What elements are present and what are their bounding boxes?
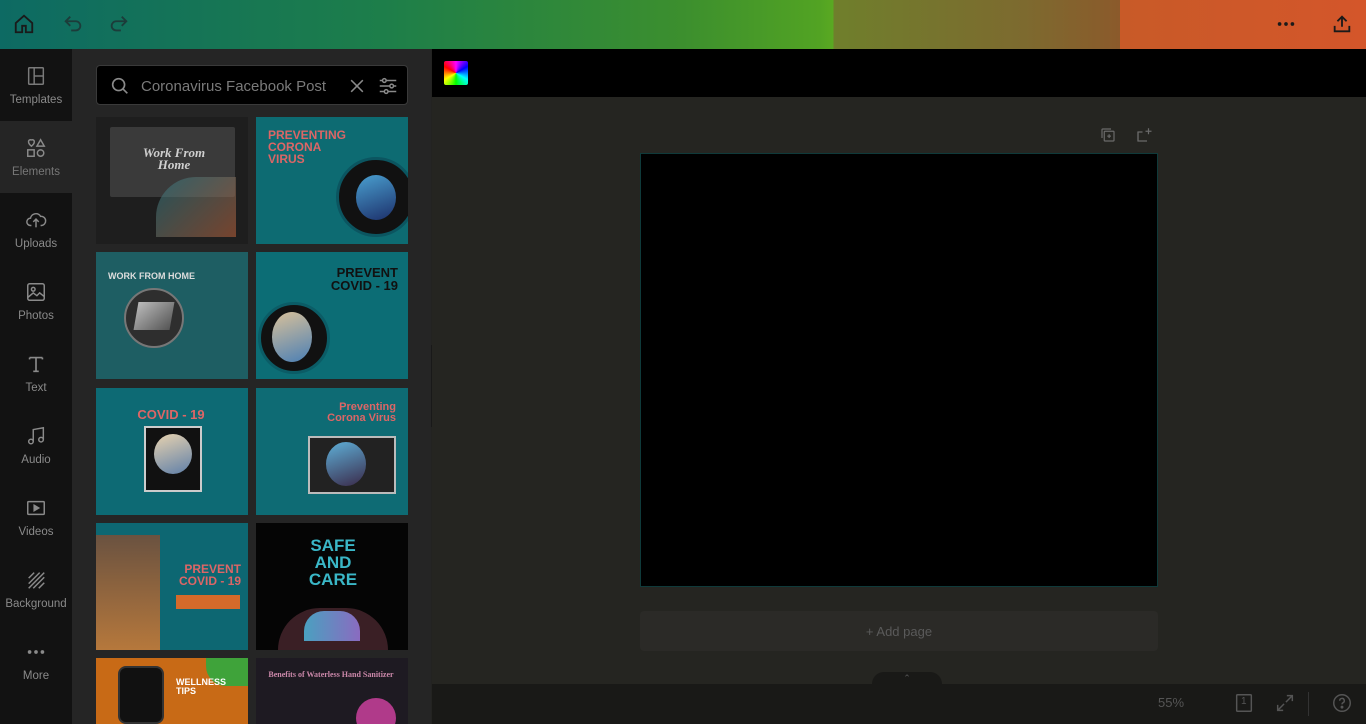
- templates-icon: [24, 64, 48, 88]
- editor-toolbar: [432, 49, 1366, 97]
- divider: [1308, 692, 1309, 716]
- template-thumbnail[interactable]: COVID - 19: [96, 388, 248, 515]
- page-count: 1: [1241, 696, 1247, 707]
- sidebar-item-background[interactable]: Background: [0, 553, 72, 625]
- more-icon: [24, 640, 48, 664]
- clear-search-icon[interactable]: [347, 76, 367, 101]
- template-title: PREVENT COVID - 19: [178, 562, 241, 588]
- template-thumbnail[interactable]: Benefits of Waterless Hand Sanitizer: [256, 658, 408, 724]
- sidebar-item-label: Audio: [21, 454, 51, 466]
- search-bar: [96, 65, 408, 105]
- page-count-button[interactable]: 1: [1233, 692, 1255, 714]
- more-icon[interactable]: [1274, 12, 1298, 36]
- search-icon: [109, 75, 131, 102]
- template-thumbnail[interactable]: Work From Home: [96, 117, 248, 244]
- sidebar-item-videos[interactable]: Videos: [0, 481, 72, 553]
- color-picker-swatch[interactable]: [444, 61, 468, 85]
- uploads-icon: [24, 208, 48, 232]
- add-page-icon[interactable]: [1135, 126, 1153, 144]
- bottom-bar: [432, 684, 1366, 724]
- template-title: Work From Home: [142, 145, 206, 172]
- filter-icon[interactable]: [377, 75, 399, 102]
- text-icon: [24, 352, 48, 376]
- template-title: Benefits of Waterless Hand Sanitizer: [268, 670, 394, 679]
- audio-icon: [24, 424, 48, 448]
- search-input[interactable]: [141, 72, 341, 100]
- background-icon: [24, 568, 48, 592]
- top-toolbar: [0, 0, 1366, 49]
- templates-panel: Work From Home PREVENTING CORONA VIRUS W…: [72, 49, 431, 724]
- sidebar-item-label: Uploads: [14, 238, 58, 250]
- home-icon[interactable]: [12, 12, 36, 36]
- elements-icon: [24, 136, 48, 160]
- template-thumbnail[interactable]: WELLNESS TIPS: [96, 658, 248, 724]
- sidebar-item-label: Elements: [12, 166, 60, 178]
- notes-toggle[interactable]: ⌃: [872, 672, 942, 684]
- sidebar-item-label: Background: [5, 598, 67, 610]
- sidebar-item-label: Videos: [18, 526, 54, 538]
- sidebar-item-more[interactable]: More: [0, 625, 72, 697]
- design-page[interactable]: [640, 153, 1158, 587]
- undo-icon[interactable]: [61, 12, 85, 36]
- sidebar-item-text[interactable]: Text: [0, 337, 72, 409]
- template-title: WELLNESS TIPS: [176, 677, 227, 696]
- template-thumbnail[interactable]: PREVENT COVID - 19: [96, 523, 248, 650]
- template-title: WORK FROM HOME: [108, 271, 195, 281]
- sidebar-item-photos[interactable]: Photos: [0, 265, 72, 337]
- sidebar-item-templates[interactable]: Templates: [0, 49, 72, 121]
- template-title: PREVENTING CORONA VIRUS: [268, 128, 347, 166]
- zoom-level[interactable]: 55%: [1158, 695, 1184, 710]
- redo-icon[interactable]: [107, 12, 131, 36]
- template-thumbnail[interactable]: PREVENTING CORONA VIRUS: [256, 117, 408, 244]
- fullscreen-icon[interactable]: [1274, 692, 1296, 714]
- template-title: PREVENT COVID - 19: [330, 265, 398, 293]
- sidebar: Templates Elements Uploads Photos Text A…: [0, 49, 72, 724]
- sidebar-item-audio[interactable]: Audio: [0, 409, 72, 481]
- videos-icon: [24, 496, 48, 520]
- duplicate-page-icon[interactable]: [1099, 126, 1117, 144]
- add-page-button[interactable]: + Add page: [640, 611, 1158, 651]
- sidebar-item-uploads[interactable]: Uploads: [0, 193, 72, 265]
- sidebar-item-label: Photos: [18, 310, 54, 322]
- photos-icon: [24, 280, 48, 304]
- template-title: Preventing Corona Virus: [327, 401, 396, 424]
- sidebar-item-label: Templates: [9, 94, 63, 106]
- sidebar-item-label: More: [22, 670, 50, 682]
- template-thumbnail[interactable]: SAFE AND CARE: [256, 523, 408, 650]
- share-icon[interactable]: [1330, 12, 1354, 36]
- template-thumbnail[interactable]: PREVENT COVID - 19: [256, 252, 408, 379]
- sidebar-item-elements[interactable]: Elements: [0, 121, 72, 193]
- template-thumbnail[interactable]: WORK FROM HOME: [96, 252, 248, 379]
- template-title: SAFE AND CARE: [308, 536, 358, 589]
- help-icon[interactable]: [1331, 692, 1353, 714]
- chevron-up-icon: ⌃: [903, 673, 911, 683]
- sidebar-item-label: Text: [25, 382, 47, 394]
- template-thumbnail[interactable]: Preventing Corona Virus: [256, 388, 408, 515]
- template-title: COVID - 19: [137, 407, 205, 422]
